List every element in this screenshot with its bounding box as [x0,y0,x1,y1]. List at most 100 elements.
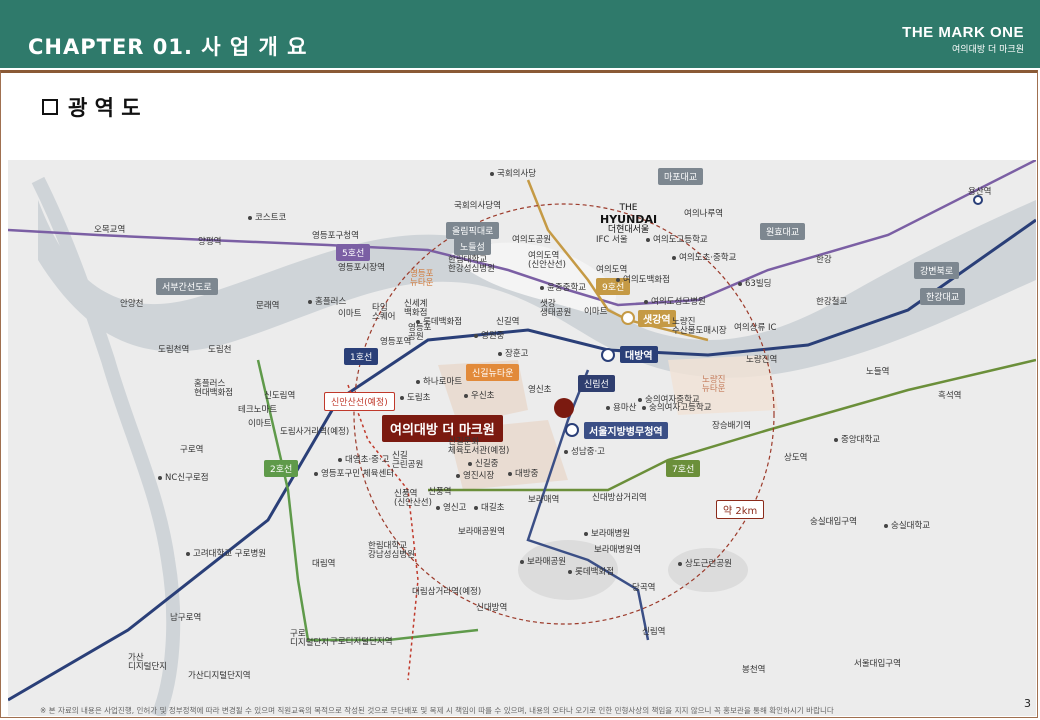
label-sindaebang3: 신대방삼거리역 [592,493,647,503]
saetgang-station-marker [621,311,635,325]
label-hangang: 한강 [816,255,832,265]
checkbox-bullet-icon [42,99,58,115]
label-bongcheon: 봉천역 [742,665,766,675]
label-shingil-park: 신길 근린공원 [392,451,424,471]
radius-label: 약 2km [716,500,765,519]
label-hanaro: 하나로마트 [416,377,462,387]
line5-badge: 5호선 [336,244,371,261]
label-shingil-ms: 신길중 [468,459,498,469]
label-dorimcheon-st: 도림천역 [158,345,190,355]
label-sangdo: 상도역 [784,453,808,463]
olympic-road-badge: 올림픽대로 [446,222,500,239]
shinansan-badge: 신안산선(예정) [324,392,395,411]
label-daebang-ms: 대방중 [508,469,538,479]
label-noryangjin-nt: 노량진 뉴타운 [702,375,726,395]
label-seongnam: 성남중·고 [564,447,605,457]
label-ydp: 영등포역 [380,337,412,347]
label-namguro: 남구로역 [170,613,202,623]
hyundai-name: HYUNDAI [600,212,658,226]
label-soongsil: 숭실대입구역 [810,517,857,527]
line1-badge: 1호선 [344,348,379,365]
label-ifc: IFC 서울 [596,235,628,245]
label-yeongsin: 영신초 [528,385,552,395]
label-boramae-hosp-st: 보라매병원역 [594,545,641,555]
hangang-bridge-badge: 한강대교 [920,288,966,305]
label-seoul-univ: 서울대입구역 [854,659,901,669]
label-yangpyeong: 양평역 [198,237,222,247]
label-yeongwon: 영원중 [474,331,504,341]
label-daerimsam: 대림삼거리역(예정) [412,587,482,597]
label-yeouido-dept: 여의도백화점 [616,275,670,285]
regional-map: 마포대교 원효대교 강변북로 한강대교 서부간선도로 올림픽대로 노들섬 5호선… [8,160,1036,716]
label-nc: NC신구로점 [158,473,209,483]
label-lotte-ydp: 롯데백화점 [416,317,462,327]
shingil-newtown-badge: 신길뉴타운 [466,364,520,381]
label-yeouido-hosp: 여의도성모병원 [644,297,706,307]
label-emart3: 이마트 [248,419,272,429]
label-dorimcheon: 도림천 [208,345,232,355]
label-nodeul: 노들역 [866,367,890,377]
label-guro: 구로역 [180,445,204,455]
logo-sub-text: 여의대방 더 마크원 [952,45,1024,55]
nodeul-island-badge: 노들섬 [454,238,491,255]
label-ydp-sports: 영등포구민 체육센터 [314,469,394,479]
label-hanrim: 한림대학교 한강성심병원 [448,255,495,275]
label-boramae-park-st: 보라매공원역 [458,527,505,537]
label-yongsan: 용산역 [968,187,992,197]
label-mullae: 문래역 [256,301,280,311]
label-daerim: 대림역 [312,559,336,569]
label-yeouido-park: 여의도공원 [512,235,552,245]
section-heading: 광 역 도 [42,92,141,122]
label-omok: 오목교역 [94,225,126,235]
label-yeouinaru: 여의나루역 [684,209,724,219]
label-usin: 우신초 [464,391,494,401]
label-techno: 테크노마트 [238,405,278,415]
label-korea-univ: 고려대학교 구로병원 [186,549,266,559]
label-sungmoon2: 숭의여자고등학교 [642,403,712,413]
label-janghun: 장훈고 [498,349,528,359]
sillim-line-badge: 신림선 [578,375,615,392]
site-marker [554,398,574,418]
label-emart-y: 이마트 [584,307,608,317]
label-yeouido-stn: 여의도역 (신안산선) [528,251,566,271]
label-yeongsin-go: 영신고 [436,503,466,513]
label-63: 63빌딩 [738,279,771,289]
label-hangang-bridge: 한강철교 [816,297,848,307]
seobu-road-badge: 서부간선도로 [156,278,218,295]
label-ydp-office: 영등포구청역 [312,231,359,241]
chapter-title: CHAPTER 01. 사 업 개 요 [28,35,308,59]
label-noryangjin: 노량진역 [746,355,778,365]
label-jangseungbaegi: 장승배기역 [712,421,752,431]
label-sindorim: 신도림역 [264,391,296,401]
line2-badge: 2호선 [264,460,299,477]
label-yeouisangryu: 여의상류 IC [734,323,777,333]
line7-badge: 7호선 [666,460,701,477]
label-dorimgo: 도림초 [400,393,430,403]
label-yeouido-ms: 여의도초·중학교 [672,253,736,263]
label-yeongjin: 영진시장 [456,471,494,481]
label-na-station: 국회의사당역 [454,201,501,211]
label-jungang-univ: 중앙대학교 [834,435,880,445]
label-boramae-hosp: 보라매병원 [584,529,630,539]
mma-station-marker [565,423,579,437]
label-lotte-dept: 롯데백화점 [568,567,614,577]
hyundai-logo: THE HYUNDAI 더현대서울 [600,203,658,236]
label-national-assembly: 국회의사당 [490,169,536,179]
wonhyo-bridge-badge: 원효대교 [760,223,806,240]
label-dangok: 당곡역 [632,583,656,593]
sangdo-park-area [668,548,748,592]
label-dorimsa: 도림사거리역(예정) [280,427,350,437]
label-gasan: 가산 디지털단지 [128,653,168,673]
daebang-station-marker [601,348,615,362]
label-shinpung2: 신풍역 (신안산선) [394,489,432,509]
label-daeyeong: 대영초·중·고 [338,455,390,465]
label-shinsegae: 신세계 백화점 [404,299,428,319]
brand-logo: THE MARK ONE 여의대방 더 마크원 [902,24,1024,55]
label-noryangjin-market: 노량진 수산물도매시장 [672,317,727,337]
label-boramae-pk: 보라매공원 [520,557,566,567]
label-ydp-newtown: 영등포 뉴타운 [410,269,434,289]
label-ydp-market: 영등포시장역 [338,263,385,273]
label-sillim-st: 신림역 [642,627,666,637]
label-boramae: 보라매역 [528,495,560,505]
label-emart: 이마트 [338,309,362,319]
